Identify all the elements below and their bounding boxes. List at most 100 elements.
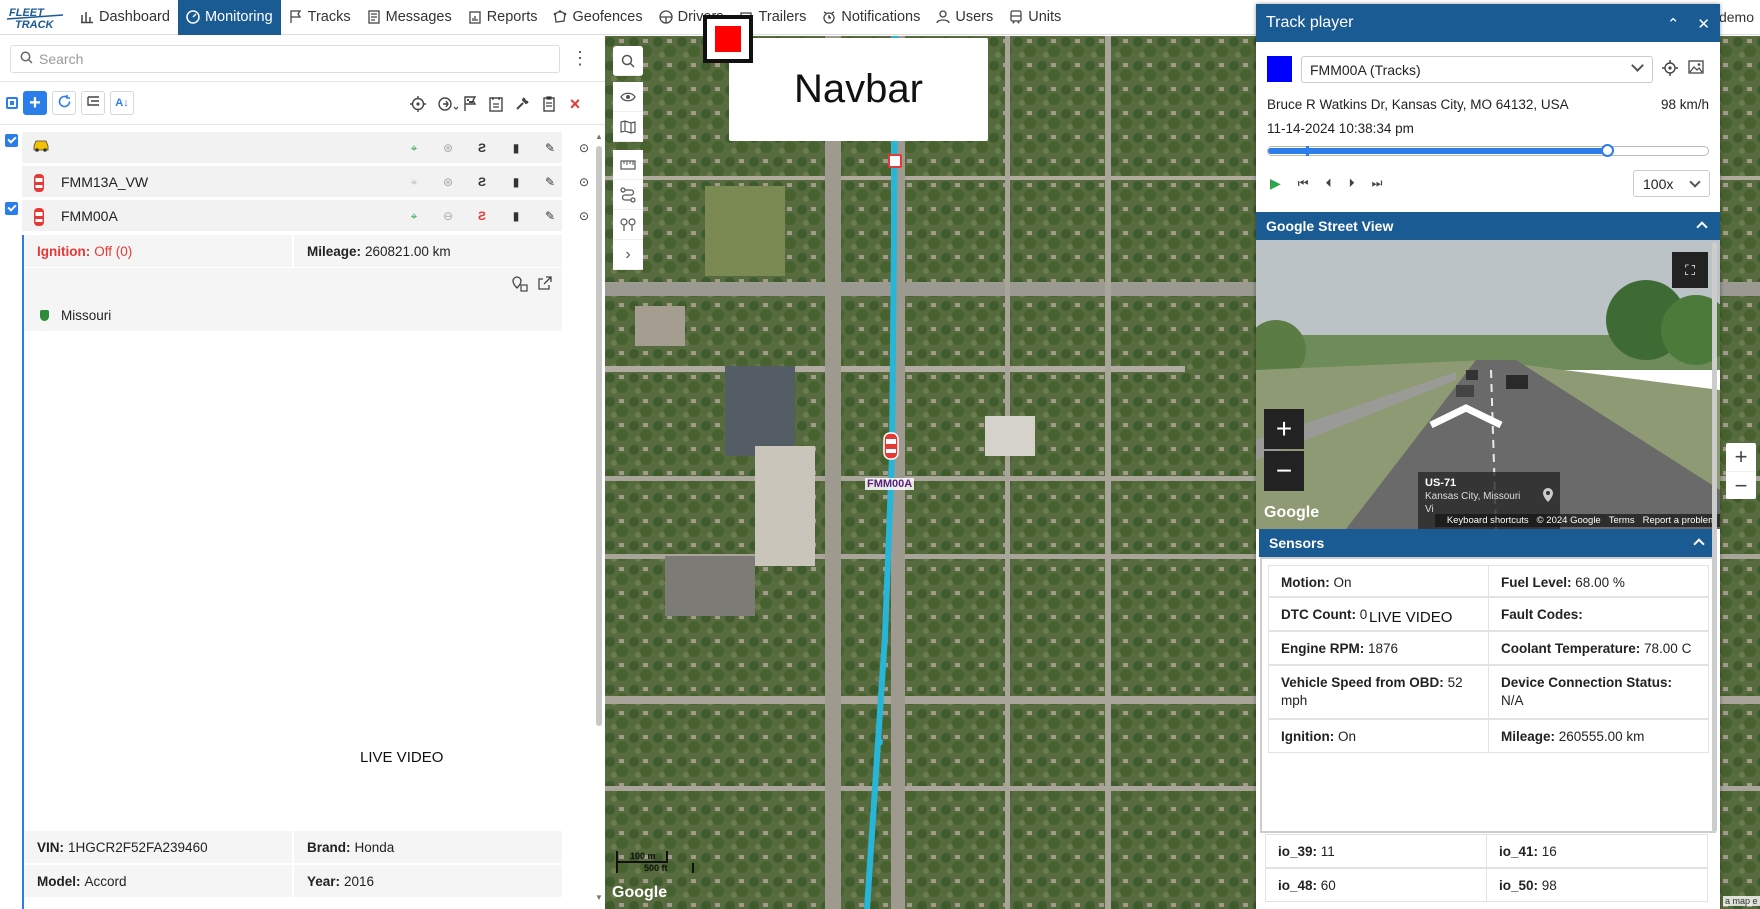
live-video-label[interactable]: LIVE VIDEO — [360, 749, 443, 766]
track-progress-knob[interactable] — [1600, 144, 1614, 157]
sensor-cell: Fault Codes: — [1488, 597, 1709, 631]
eye-icon[interactable] — [613, 82, 643, 112]
skip-to-start-icon[interactable]: ⏮ — [1298, 176, 1309, 191]
zoom-in-button[interactable]: + — [1726, 443, 1756, 471]
street-view-image[interactable]: ⛶ + − US-71 Kansas City, Missouri Vi Goo… — [1256, 240, 1720, 529]
street-view-header[interactable]: Google Street View — [1256, 212, 1720, 240]
report-problem-link[interactable]: Report a problem — [1643, 515, 1716, 526]
track-unit-select[interactable]: FMM00A (Tracks) — [1301, 56, 1653, 83]
nav-units[interactable]: Units — [1001, 0, 1069, 35]
selected-unit-indicator — [22, 235, 24, 909]
map-pin-icon[interactable] — [1542, 487, 1554, 506]
expand-down-icon[interactable]: ⊙ — [575, 173, 593, 191]
report-icon[interactable] — [487, 95, 505, 113]
nav-reports[interactable]: Reports — [460, 0, 546, 35]
tracks-icon[interactable]: Ƨ — [473, 139, 491, 157]
fullscreen-icon[interactable]: ⛶ — [1672, 252, 1708, 288]
wrench-icon[interactable] — [513, 95, 531, 113]
nav-tracks[interactable]: Tracks — [281, 0, 359, 35]
refresh-button[interactable] — [52, 91, 76, 115]
street-view-zoom: + − — [1264, 409, 1304, 493]
zoom-out-button[interactable]: − — [1726, 471, 1756, 499]
locate-unit-icon[interactable]: ⌖ — [405, 173, 423, 191]
unit-row-1[interactable]: FMM13A_VW ⌖ ⊛ Ƨ ▮ ✎ ⊙ — [0, 166, 605, 200]
unit-row-0[interactable]: ⌖ ⊛ Ƨ ▮ ✎ ⊙ — [0, 132, 605, 166]
street-view-zoom-out-button[interactable]: − — [1264, 451, 1304, 491]
wrench-icon[interactable]: ✎ — [541, 207, 559, 225]
sensor-cell: Mileage: 260555.00 km — [1488, 719, 1709, 753]
record-indicator[interactable] — [703, 15, 753, 63]
playback-speed-select[interactable]: 100x — [1633, 170, 1710, 197]
chevron-up-icon[interactable] — [1693, 538, 1705, 550]
more-vertical-icon[interactable]: ⋮ — [571, 48, 589, 68]
follow-unit-icon[interactable]: ⊖ — [439, 207, 457, 225]
map-car-marker[interactable] — [882, 431, 900, 464]
chevron-right-icon[interactable]: › — [613, 240, 643, 270]
keyboard-shortcuts-link[interactable]: Keyboard shortcuts — [1447, 515, 1529, 526]
locate-icon[interactable] — [1662, 60, 1678, 79]
nav-users[interactable]: Users — [928, 0, 1001, 35]
nav-messages[interactable]: Messages — [359, 0, 460, 35]
terms-link[interactable]: Terms — [1609, 515, 1635, 526]
chevron-up-icon[interactable] — [1696, 221, 1708, 233]
unit-checkbox[interactable] — [5, 202, 18, 215]
follow-unit-icon[interactable]: ⊛ — [439, 173, 457, 191]
follow-unit-icon[interactable]: ⊛ — [439, 139, 457, 157]
tracks-flag-icon[interactable] — [461, 95, 479, 113]
track-player-scrollbar[interactable] — [1712, 242, 1717, 832]
tracks-icon[interactable]: Ƨ — [473, 173, 491, 191]
close-icon[interactable]: ✕ — [1697, 15, 1710, 33]
markers-icon[interactable] — [613, 210, 643, 240]
collapse-up-icon[interactable]: ⌃ — [1667, 15, 1680, 33]
search-input[interactable] — [39, 51, 539, 67]
nav-monitoring[interactable]: Monitoring — [177, 0, 281, 35]
locate-unit-icon[interactable]: ⌖ — [405, 207, 423, 225]
map-search-icon[interactable] — [613, 46, 643, 76]
select-all-checkbox[interactable] — [6, 97, 18, 109]
sort-az-icon: A↓ — [115, 97, 129, 109]
add-unit-button[interactable]: + — [23, 91, 47, 115]
unit-checkbox[interactable] — [5, 134, 18, 147]
step-forward-icon[interactable]: ⏵ — [1349, 176, 1355, 191]
map-layers-icon[interactable] — [613, 112, 643, 142]
play-icon[interactable]: ▶ — [1270, 175, 1281, 192]
track-color-swatch[interactable] — [1267, 56, 1292, 82]
wrench-icon[interactable]: ✎ — [541, 173, 559, 191]
chart-icon[interactable]: ▮ — [507, 207, 525, 225]
clipboard-icon[interactable] — [540, 95, 558, 113]
map-data-link[interactable]: a map e — [1723, 896, 1760, 906]
expand-down-icon[interactable]: ⊙ — [575, 207, 593, 225]
sort-button[interactable]: A↓ — [110, 91, 134, 115]
delete-icon[interactable]: × — [566, 94, 584, 114]
step-back-icon[interactable]: ⏴ — [1326, 176, 1332, 191]
fleet-track-logo[interactable]: FLEET TRACK — [0, 0, 72, 35]
sensors-header[interactable]: Sensors — [1259, 529, 1717, 557]
external-link-icon[interactable] — [538, 276, 552, 293]
tracks-icon[interactable]: Ƨ — [473, 207, 491, 225]
locate-unit-icon[interactable]: ⌖ — [405, 139, 423, 157]
image-icon[interactable] — [1688, 60, 1704, 77]
live-video-label[interactable]: LIVE VIDEO — [1369, 609, 1452, 626]
nav-dashboard[interactable]: Dashboard — [72, 0, 178, 35]
io-cell: io_48: 60 — [1265, 868, 1487, 902]
group-tree-button[interactable] — [81, 91, 105, 115]
left-scrollbar[interactable]: ▲ ▼ — [595, 132, 603, 902]
nav-notifications[interactable]: Notifications — [814, 0, 928, 35]
search-box[interactable] — [10, 45, 560, 73]
wrench-icon[interactable]: ✎ — [541, 139, 559, 157]
chart-icon[interactable]: ▮ — [507, 173, 525, 191]
street-view-zoom-in-button[interactable]: + — [1264, 409, 1304, 449]
unit-row-2[interactable]: FMM00A ⌖ ⊖ Ƨ ▮ ✎ ⊙ — [0, 200, 605, 234]
year-cell: Year: 2016 — [294, 865, 562, 897]
ruler-icon[interactable] — [613, 150, 643, 180]
track-progress-slider[interactable] — [1267, 144, 1709, 157]
track-start-marker[interactable] — [888, 154, 902, 168]
geofence-pin-icon[interactable] — [512, 276, 528, 295]
locate-all-icon[interactable] — [409, 95, 427, 113]
skip-to-end-icon[interactable]: ⏭ — [1372, 176, 1383, 191]
route-icon[interactable] — [613, 180, 643, 210]
chart-icon[interactable]: ▮ — [507, 139, 525, 157]
expand-down-icon[interactable]: ⊙ — [575, 139, 593, 157]
nav-geofences[interactable]: Geofences — [545, 0, 650, 35]
follow-all-icon[interactable] — [437, 95, 459, 113]
